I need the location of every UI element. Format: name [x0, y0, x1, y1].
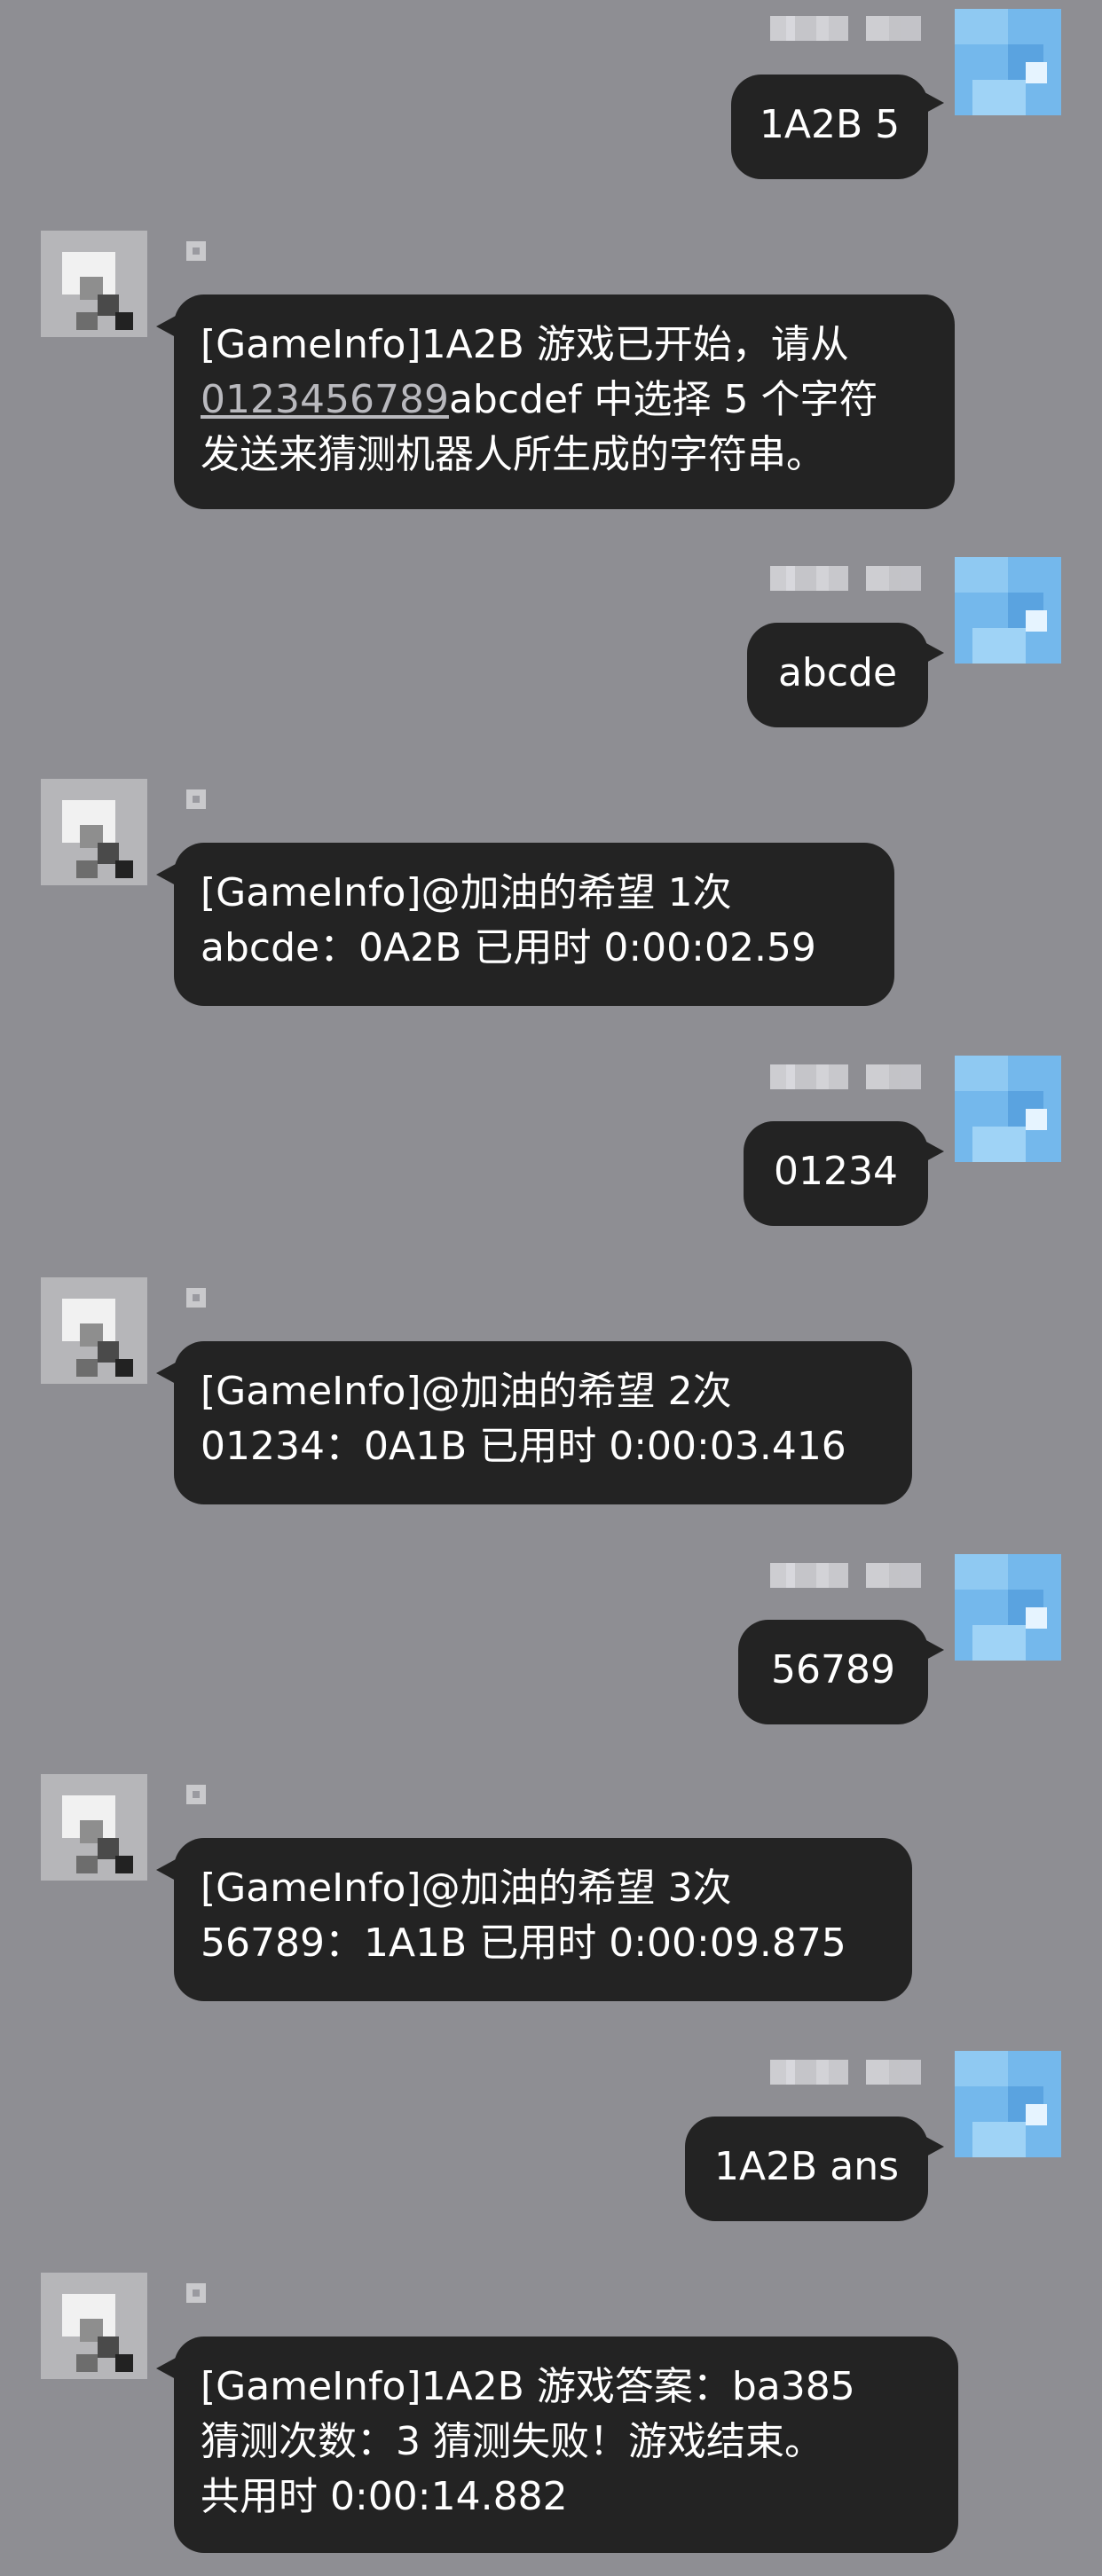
user-name-blurred [770, 16, 923, 41]
user-name-blurred [770, 566, 923, 591]
message-line: abcdef 中选择 5 个字符 [448, 377, 878, 422]
bot-name-blurred [186, 1288, 206, 1308]
bubble-tail [156, 1859, 176, 1881]
bot-name-blurred [186, 2283, 206, 2303]
message-bubble-4[interactable]: [GameInfo]@加油的希望 1次 abcde：0A2B 已用时 0:00:… [174, 843, 894, 1006]
message-text-7: 56789 [771, 1647, 895, 1692]
message-line: [GameInfo]1A2B 游戏已开始，请从 [201, 322, 849, 367]
digits-link[interactable]: 0123456789 [201, 377, 449, 422]
message-text-3: abcde [777, 650, 898, 695]
message-line: [GameInfo]1A2B 游戏答案：ba385 [201, 2364, 855, 2409]
bot-avatar-icon[interactable] [41, 1277, 147, 1384]
message-bubble-3[interactable]: abcde [747, 623, 928, 727]
message-text-5: 01234 [774, 1149, 898, 1194]
user-avatar-icon[interactable] [955, 9, 1061, 115]
message-line: [GameInfo]@加油的希望 1次 [201, 870, 732, 915]
user-name-blurred [770, 1563, 923, 1588]
bot-avatar-icon[interactable] [41, 1774, 147, 1881]
user-name-blurred [770, 2060, 923, 2085]
message-text-1: 1A2B 5 [759, 102, 901, 147]
user-avatar-icon[interactable] [955, 2051, 1061, 2157]
message-bubble-2[interactable]: [GameInfo]1A2B 游戏已开始，请从 0123456789abcdef… [174, 295, 955, 509]
bubble-tail [925, 1639, 944, 1661]
bubble-tail [925, 92, 944, 114]
bot-name-blurred [186, 241, 206, 261]
message-line: 猜测次数：3 猜测失败！游戏结束。 [201, 2419, 823, 2464]
message-line: 共用时 0:00:14.882 [201, 2474, 568, 2519]
message-line: 发送来猜测机器人所生成的字符串。 [201, 432, 825, 477]
message-bubble-8[interactable]: [GameInfo]@加油的希望 3次 56789：1A1B 已用时 0:00:… [174, 1838, 912, 2001]
bubble-tail [156, 316, 176, 337]
message-bubble-1[interactable]: 1A2B 5 [731, 75, 928, 179]
message-line: abcde：0A2B 已用时 0:00:02.59 [201, 925, 816, 970]
message-line: [GameInfo]@加油的希望 3次 [201, 1865, 732, 1911]
message-line: [GameInfo]@加油的希望 2次 [201, 1369, 732, 1414]
bubble-tail [925, 1141, 944, 1162]
bubble-tail [925, 642, 944, 664]
user-avatar-icon[interactable] [955, 557, 1061, 664]
message-bubble-7[interactable]: 56789 [738, 1620, 928, 1724]
bot-avatar-icon[interactable] [41, 779, 147, 885]
bot-avatar-icon[interactable] [41, 2273, 147, 2379]
bubble-tail [925, 2136, 944, 2157]
bot-avatar-icon[interactable] [41, 231, 147, 337]
message-text-9: 1A2B ans [713, 2144, 900, 2189]
bubble-tail [156, 864, 176, 885]
user-name-blurred [770, 1064, 923, 1089]
bubble-tail [156, 2358, 176, 2379]
bot-name-blurred [186, 1785, 206, 1804]
message-bubble-9[interactable]: 1A2B ans [685, 2117, 928, 2221]
message-bubble-5[interactable]: 01234 [744, 1121, 928, 1226]
user-avatar-icon[interactable] [955, 1554, 1061, 1661]
bot-name-blurred [186, 789, 206, 809]
bubble-tail [156, 1363, 176, 1384]
user-avatar-icon[interactable] [955, 1056, 1061, 1162]
message-bubble-10[interactable]: [GameInfo]1A2B 游戏答案：ba385 猜测次数：3 猜测失败！游戏… [174, 2336, 958, 2553]
message-line: 56789：1A1B 已用时 0:00:09.875 [201, 1920, 846, 1966]
message-bubble-6[interactable]: [GameInfo]@加油的希望 2次 01234：0A1B 已用时 0:00:… [174, 1341, 912, 1504]
message-line: 01234：0A1B 已用时 0:00:03.416 [201, 1424, 846, 1469]
